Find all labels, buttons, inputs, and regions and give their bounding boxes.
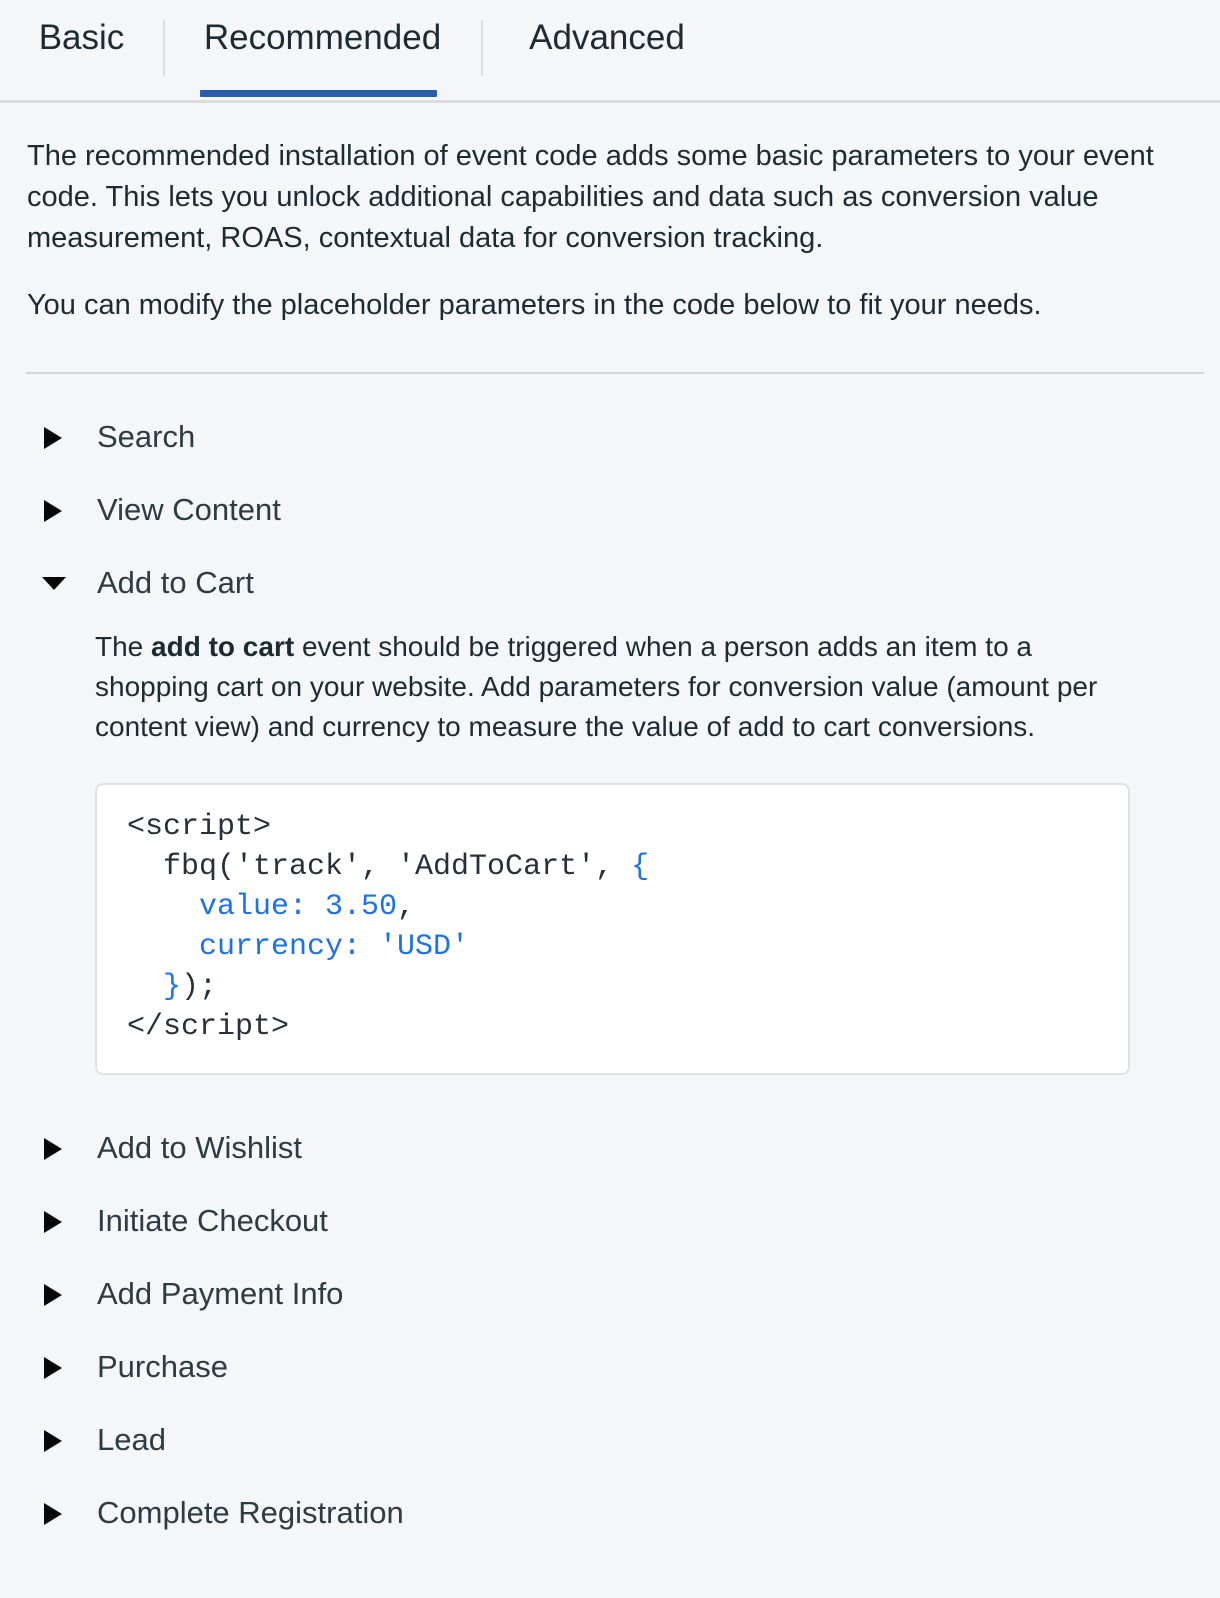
accordion-header-complete-registration[interactable]: Complete Registration [0, 1476, 1220, 1549]
desc-text-bold: add to cart [151, 631, 295, 662]
accordion-item-initiate-checkout: Initiate Checkout [0, 1184, 1220, 1257]
event-accordion: Search View Content Add to Cart The add … [0, 400, 1220, 1549]
accordion-item-complete-registration: Complete Registration [0, 1476, 1220, 1549]
tab-separator-1 [163, 20, 165, 76]
accordion-title-initiate-checkout: Initiate Checkout [97, 1203, 328, 1238]
accordion-item-search: Search [0, 400, 1220, 473]
accordion-title-view-content: View Content [97, 492, 281, 527]
accordion-item-add-to-wishlist: Add to Wishlist [0, 1111, 1220, 1184]
tab-recommended-label: Recommended [203, 17, 442, 57]
accordion-item-add-to-cart: Add to Cart The add to cart event should… [0, 546, 1220, 1075]
tab-advanced-label: Advanced [529, 17, 685, 57]
accordion-header-lead[interactable]: Lead [0, 1403, 1220, 1476]
tab-bar: Basic Recommended Advanced [0, 0, 1220, 103]
intro-paragraph-1: The recommended installation of event co… [27, 140, 1154, 254]
tab-bar-divider [0, 100, 1220, 103]
accordion-item-purchase: Purchase [0, 1330, 1220, 1403]
tab-active-indicator [200, 90, 437, 97]
intro-text: The recommended installation of event co… [27, 136, 1202, 326]
accordion-title-purchase: Purchase [97, 1349, 228, 1384]
accordion-title-add-to-wishlist: Add to Wishlist [97, 1130, 303, 1165]
intro-paragraph-2: You can modify the placeholder parameter… [27, 289, 1042, 321]
accordion-header-add-to-cart[interactable]: Add to Cart [0, 546, 1220, 619]
code-line-5-blue: } [127, 970, 182, 1004]
accordion-body-add-to-cart: The add to cart event should be triggere… [0, 619, 1220, 1075]
caret-right-icon [44, 1356, 63, 1379]
add-to-cart-description: The add to cart event should be triggere… [95, 619, 1105, 747]
desc-text-before: The [95, 631, 152, 662]
code-line-5-plain: ); [181, 970, 218, 1004]
accordion-item-add-payment-info: Add Payment Info [0, 1257, 1220, 1330]
accordion-title-add-to-cart: Add to Cart [97, 565, 254, 600]
caret-right-icon [44, 426, 63, 449]
accordion-header-purchase[interactable]: Purchase [0, 1330, 1220, 1403]
code-line-2-plain: fbq('track', 'AddToCart', [127, 850, 632, 884]
code-line-2-blue: { [631, 850, 650, 884]
tab-basic-label: Basic [38, 17, 125, 57]
accordion-header-initiate-checkout[interactable]: Initiate Checkout [0, 1184, 1220, 1257]
code-snippet: <script> fbq('track', 'AddToCart', { val… [127, 807, 1098, 1047]
add-to-cart-code-block[interactable]: <script> fbq('track', 'AddToCart', { val… [95, 783, 1130, 1075]
tab-separator-2 [481, 20, 483, 76]
caret-right-icon [44, 1502, 63, 1525]
tab-advanced[interactable]: Advanced [482, 0, 732, 96]
accordion-title-search: Search [97, 419, 196, 454]
caret-right-icon [44, 1283, 63, 1306]
accordion-header-add-payment-info[interactable]: Add Payment Info [0, 1257, 1220, 1330]
code-line-4-blue: currency: 'USD' [127, 930, 470, 964]
accordion-item-lead: Lead [0, 1403, 1220, 1476]
code-line-3-plain: , [397, 890, 416, 924]
accordion-item-view-content: View Content [0, 473, 1220, 546]
tab-recommended[interactable]: Recommended [163, 0, 482, 96]
code-line-3-blue: value: 3.50 [127, 890, 398, 924]
caret-right-icon [44, 1137, 63, 1160]
tab-basic[interactable]: Basic [0, 0, 163, 96]
caret-right-icon [44, 1210, 63, 1233]
accordion-title-add-payment-info: Add Payment Info [97, 1276, 344, 1311]
caret-right-icon [44, 499, 63, 522]
caret-right-icon [44, 1429, 63, 1452]
accordion-header-search[interactable]: Search [0, 400, 1220, 473]
section-divider [26, 372, 1204, 374]
accordion-header-view-content[interactable]: View Content [0, 473, 1220, 546]
accordion-title-complete-registration: Complete Registration [97, 1495, 404, 1530]
code-line-1: <script> [127, 810, 272, 844]
code-line-6: </script> [127, 1010, 290, 1044]
accordion-title-lead: Lead [97, 1422, 166, 1457]
caret-down-icon [42, 572, 66, 594]
accordion-header-add-to-wishlist[interactable]: Add to Wishlist [0, 1111, 1220, 1184]
